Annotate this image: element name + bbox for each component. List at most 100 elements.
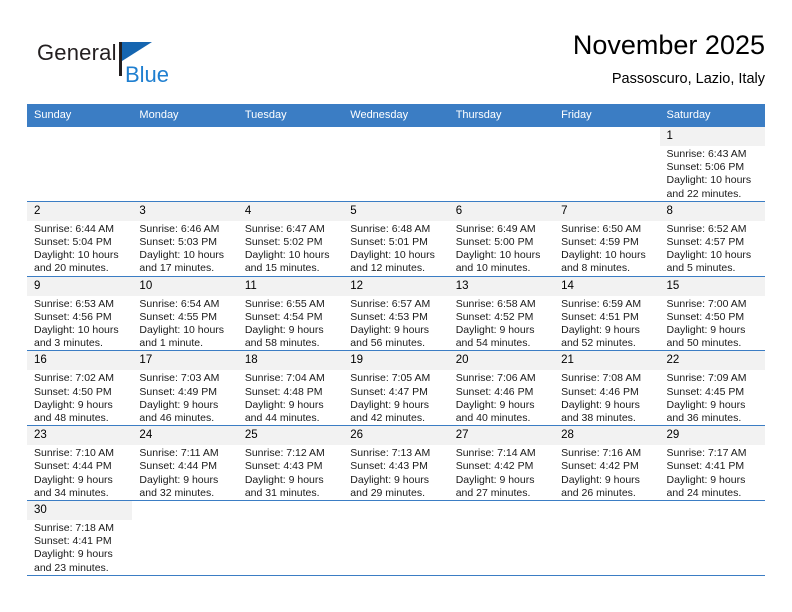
calendar-day-cell[interactable]: 17 Sunrise: 7:03 AM Sunset: 4:49 PM Dayligh… xyxy=(132,350,238,427)
day-number: 6 xyxy=(448,201,555,221)
calendar-day-cell[interactable]: 11 Sunrise: 6:55 AM Sunset: 4:54 PM Dayligh… xyxy=(237,275,344,352)
calendar-day-cell[interactable]: 20 Sunrise: 7:06 AM Sunset: 4:46 PM Dayligh… xyxy=(448,350,555,427)
sunrise-text: Sunrise: 6:46 AM xyxy=(139,222,220,235)
day-number: 21 xyxy=(554,351,660,371)
daylight-text: Daylight: 9 hours and 38 minutes. xyxy=(561,398,640,425)
calendar-day-cell[interactable]: 5 Sunrise: 6:48 AM Sunset: 5:01 PM Daylight… xyxy=(343,200,449,277)
sunset-text: Sunset: 4:56 PM xyxy=(34,310,112,323)
day-details: Sunrise: 6:48 AM Sunset: 5:01 PM Daylight:… xyxy=(343,221,448,276)
calendar-day-cell[interactable]: 7 Sunrise: 6:50 AM Sunset: 4:59 PM Daylight… xyxy=(554,200,660,277)
sunset-text: Sunset: 4:43 PM xyxy=(244,460,323,473)
calendar-day-cell[interactable]: 12 Sunrise: 6:57 AM Sunset: 4:53 PM Dayligh… xyxy=(343,275,449,352)
day-cell-inner: 17 Sunrise: 7:03 AM Sunset: 4:49 PM Dayligh… xyxy=(132,351,238,425)
daylight-text: Daylight: 10 hours and 3 minutes. xyxy=(34,324,119,350)
calendar-day-cell[interactable]: 2 Sunrise: 6:44 AM Sunset: 5:04 PM Daylight… xyxy=(27,200,133,277)
calendar-day-cell-empty xyxy=(448,500,555,576)
day-number: 27 xyxy=(448,426,555,446)
daylight-text: Daylight: 9 hours and 44 minutes. xyxy=(244,398,324,425)
sunset-text: Sunset: 4:43 PM xyxy=(350,460,428,473)
day-number: 10 xyxy=(132,276,238,296)
day-number: 5 xyxy=(343,201,449,221)
calendar-week-row: 16 Sunrise: 7:02 AM Sunset: 4:50 PM Dayligh… xyxy=(27,350,765,427)
calendar-day-cell[interactable]: 25 Sunrise: 7:12 AM Sunset: 4:43 PM Dayligh… xyxy=(237,425,344,502)
calendar-day-cell[interactable]: 29 Sunrise: 7:17 AM Sunset: 4:41 PM Dayligh… xyxy=(659,425,765,502)
day-details: Sunrise: 7:14 AM Sunset: 4:42 PM Daylight:… xyxy=(449,445,554,500)
day-details: Sunrise: 6:49 AM Sunset: 5:00 PM Daylight:… xyxy=(449,221,554,276)
calendar-day-cell[interactable]: 27 Sunrise: 7:14 AM Sunset: 4:42 PM Dayligh… xyxy=(448,425,555,502)
calendar-day-cell[interactable]: 9 Sunrise: 6:53 AM Sunset: 4:56 PM Daylight… xyxy=(27,275,133,352)
calendar-day-cell-empty xyxy=(448,126,555,202)
calendar-day-cell[interactable]: 3 Sunrise: 6:46 AM Sunset: 5:03 PM Daylight… xyxy=(132,200,238,277)
calendar-day-cell-empty xyxy=(27,126,133,202)
calendar-day-cell[interactable]: 22 Sunrise: 7:09 AM Sunset: 4:45 PM Dayligh… xyxy=(659,350,765,427)
calendar-day-cell[interactable]: 1 Sunrise: 6:43 AM Sunset: 5:06 PM Daylight… xyxy=(659,126,765,202)
day-cell-inner: 21 Sunrise: 7:08 AM Sunset: 4:46 PM Dayligh… xyxy=(554,351,660,425)
day-cell-inner: 20 Sunrise: 7:06 AM Sunset: 4:46 PM Dayligh… xyxy=(448,351,555,425)
calendar-day-cell[interactable]: 14 Sunrise: 6:59 AM Sunset: 4:51 PM Dayligh… xyxy=(554,275,660,352)
calendar-day-cell[interactable]: 4 Sunrise: 6:47 AM Sunset: 5:02 PM Daylight… xyxy=(237,200,344,277)
weekday-header-wednesday: Wednesday xyxy=(343,104,449,127)
day-number: 24 xyxy=(132,426,238,446)
calendar-day-cell[interactable]: 19 Sunrise: 7:05 AM Sunset: 4:47 PM Dayligh… xyxy=(343,350,449,427)
calendar-day-cell[interactable]: 28 Sunrise: 7:16 AM Sunset: 4:42 PM Dayligh… xyxy=(554,425,660,502)
sunset-text: Sunset: 4:41 PM xyxy=(666,460,745,473)
calendar-day-cell[interactable]: 6 Sunrise: 6:49 AM Sunset: 5:00 PM Daylight… xyxy=(448,200,555,277)
calendar-day-cell[interactable]: 18 Sunrise: 7:04 AM Sunset: 4:48 PM Dayligh… xyxy=(237,350,344,427)
sunrise-text: Sunrise: 7:09 AM xyxy=(666,372,747,385)
calendar-day-cell[interactable]: 30 Sunrise: 7:18 AM Sunset: 4:41 PM Dayligh… xyxy=(27,500,133,576)
day-details: Sunrise: 6:55 AM Sunset: 4:54 PM Daylight:… xyxy=(238,296,343,351)
weekday-header-thursday: Thursday xyxy=(448,104,555,127)
calendar-day-cell[interactable]: 23 Sunrise: 7:10 AM Sunset: 4:44 PM Dayligh… xyxy=(27,425,133,502)
sunrise-text: Sunrise: 6:49 AM xyxy=(455,222,536,235)
day-details: Sunrise: 6:46 AM Sunset: 5:03 PM Daylight:… xyxy=(132,221,237,276)
sunrise-text: Sunrise: 6:57 AM xyxy=(350,297,431,310)
daylight-text: Daylight: 9 hours and 52 minutes. xyxy=(561,324,640,350)
daylight-text: Daylight: 10 hours and 10 minutes. xyxy=(455,249,541,275)
calendar-day-cell[interactable]: 26 Sunrise: 7:13 AM Sunset: 4:43 PM Dayligh… xyxy=(343,425,449,502)
daylight-text: Daylight: 10 hours and 17 minutes. xyxy=(139,249,225,275)
day-cell-inner: 10 Sunrise: 6:54 AM Sunset: 4:55 PM Dayligh… xyxy=(132,276,238,351)
sunset-text: Sunset: 4:51 PM xyxy=(561,310,639,323)
day-cell-inner: 6 Sunrise: 6:49 AM Sunset: 5:00 PM Daylight… xyxy=(448,201,555,276)
day-details: Sunrise: 6:59 AM Sunset: 4:51 PM Daylight:… xyxy=(554,296,659,351)
calendar-day-cell[interactable]: 13 Sunrise: 6:58 AM Sunset: 4:52 PM Dayligh… xyxy=(448,275,555,352)
day-cell-inner: 26 Sunrise: 7:13 AM Sunset: 4:43 PM Dayligh… xyxy=(343,426,449,500)
brand-logo[interactable]: General Blue xyxy=(37,40,197,92)
day-cell-inner: 2 Sunrise: 6:44 AM Sunset: 5:04 PM Daylight… xyxy=(27,201,133,276)
daylight-text: Daylight: 9 hours and 36 minutes. xyxy=(666,398,746,425)
sunrise-text: Sunrise: 7:13 AM xyxy=(350,447,431,460)
day-cell-inner: 13 Sunrise: 6:58 AM Sunset: 4:52 PM Dayligh… xyxy=(448,276,555,351)
day-details: Sunrise: 6:50 AM Sunset: 4:59 PM Daylight:… xyxy=(554,221,659,276)
sunset-text: Sunset: 4:42 PM xyxy=(455,460,534,473)
sunrise-text: Sunrise: 7:14 AM xyxy=(455,447,536,460)
sunset-text: Sunset: 5:06 PM xyxy=(666,161,745,174)
day-number: 16 xyxy=(27,351,133,371)
day-details: Sunrise: 6:57 AM Sunset: 4:53 PM Daylight:… xyxy=(343,296,448,351)
day-details: Sunrise: 7:08 AM Sunset: 4:46 PM Daylight:… xyxy=(554,370,659,425)
day-number: 29 xyxy=(659,426,765,446)
daylight-text: Daylight: 9 hours and 58 minutes. xyxy=(244,324,324,350)
calendar-day-cell[interactable]: 15 Sunrise: 7:00 AM Sunset: 4:50 PM Dayligh… xyxy=(659,275,765,352)
day-cell-inner: 18 Sunrise: 7:04 AM Sunset: 4:48 PM Dayligh… xyxy=(237,351,344,425)
daylight-text: Daylight: 9 hours and 56 minutes. xyxy=(350,324,430,350)
calendar-day-cell[interactable]: 16 Sunrise: 7:02 AM Sunset: 4:50 PM Dayligh… xyxy=(27,350,133,427)
calendar-day-cell[interactable]: 21 Sunrise: 7:08 AM Sunset: 4:46 PM Dayligh… xyxy=(554,350,660,427)
day-number: 23 xyxy=(27,426,133,446)
sunrise-text: Sunrise: 6:43 AM xyxy=(666,148,747,160)
calendar-day-cell[interactable]: 24 Sunrise: 7:11 AM Sunset: 4:44 PM Dayligh… xyxy=(132,425,238,502)
day-cell-inner: 19 Sunrise: 7:05 AM Sunset: 4:47 PM Dayligh… xyxy=(343,351,449,425)
weekday-header-sunday: Sunday xyxy=(27,104,133,127)
day-details: Sunrise: 6:58 AM Sunset: 4:52 PM Daylight:… xyxy=(449,296,554,351)
day-details: Sunrise: 6:53 AM Sunset: 4:56 PM Daylight:… xyxy=(27,296,132,351)
calendar-day-cell[interactable]: 8 Sunrise: 6:52 AM Sunset: 4:57 PM Daylight… xyxy=(659,200,765,277)
calendar-day-cell-empty xyxy=(659,500,765,576)
day-details: Sunrise: 7:17 AM Sunset: 4:41 PM Daylight:… xyxy=(660,445,765,500)
day-details: Sunrise: 7:04 AM Sunset: 4:48 PM Daylight:… xyxy=(238,370,343,425)
calendar-week-row: 1 Sunrise: 6:43 AM Sunset: 5:06 PM Daylight… xyxy=(27,126,765,202)
calendar-day-cell[interactable]: 10 Sunrise: 6:54 AM Sunset: 4:55 PM Dayligh… xyxy=(132,275,238,352)
day-number: 9 xyxy=(27,276,133,296)
daylight-text: Daylight: 9 hours and 42 minutes. xyxy=(350,398,430,425)
day-cell-inner: 3 Sunrise: 6:46 AM Sunset: 5:03 PM Daylight… xyxy=(132,201,238,276)
daylight-text: Daylight: 9 hours and 26 minutes. xyxy=(561,473,640,499)
day-details: Sunrise: 6:44 AM Sunset: 5:04 PM Daylight:… xyxy=(27,221,132,276)
